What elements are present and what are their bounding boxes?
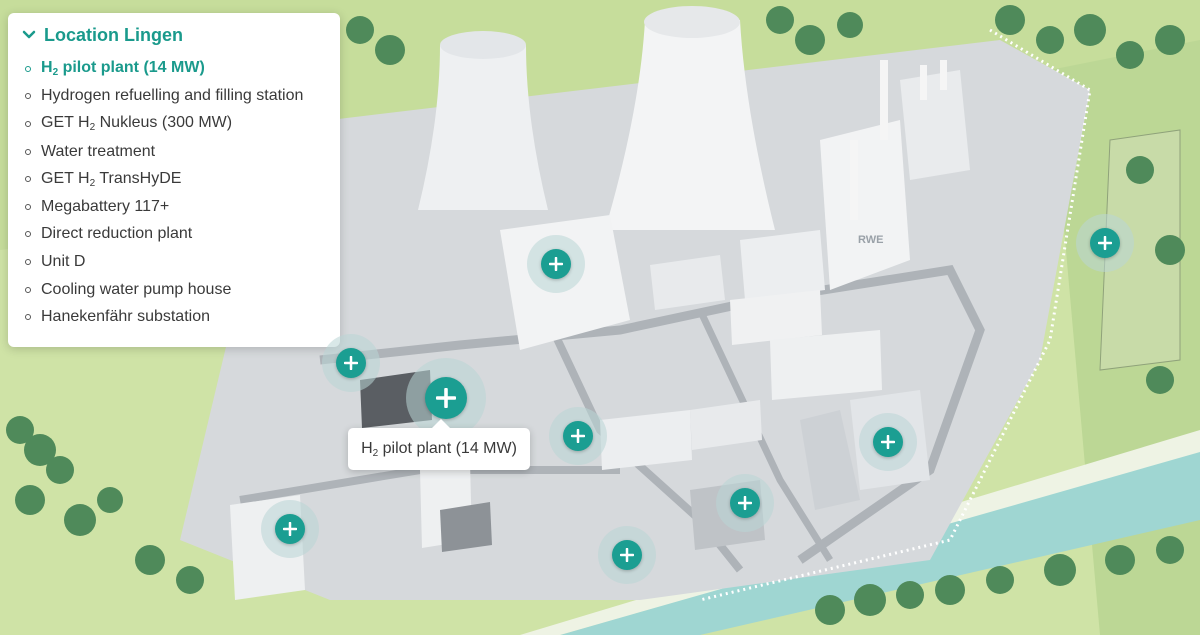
list-item-megabattery[interactable]: Megabattery 117+ <box>22 193 326 221</box>
plus-icon <box>620 548 634 562</box>
list-item-cooling-water-pump[interactable]: Cooling water pump house <box>22 276 326 304</box>
list-item-water-treatment[interactable]: Water treatment <box>22 138 326 166</box>
list-item-label: Hanekenfähr substation <box>41 308 210 326</box>
bullet <box>25 203 31 210</box>
list-item-h2-pilot-plant[interactable]: H2 pilot plant (14 MW) <box>22 55 326 83</box>
bullet <box>25 148 31 155</box>
list-item-label: Unit D <box>41 252 86 270</box>
plus-icon <box>881 435 895 449</box>
list-item-get-h2-transhyde[interactable]: GET H2 TransHyDE <box>22 165 326 193</box>
hotspot-marker[interactable] <box>716 474 774 532</box>
bullet <box>25 176 31 183</box>
tooltip-label: H2 pilot plant (14 MW) <box>361 439 517 459</box>
bullet <box>25 120 31 127</box>
plus-icon <box>738 496 752 510</box>
list-item-hydrogen-refuelling[interactable]: Hydrogen refuelling and filling station <box>22 83 326 111</box>
plus-icon <box>344 356 358 370</box>
list-item-label: Direct reduction plant <box>41 225 193 243</box>
hotspot-tooltip: H2 pilot plant (14 MW) <box>348 419 530 470</box>
bullet <box>25 65 31 72</box>
list-item-get-h2-nukleus[interactable]: GET H2 Nukleus (300 MW) <box>22 110 326 138</box>
plus-icon <box>1098 236 1112 250</box>
bullet <box>25 286 31 293</box>
plus-icon <box>549 257 563 271</box>
plus-icon <box>283 522 297 536</box>
bullet <box>25 314 31 321</box>
bullet <box>25 93 31 100</box>
list-item-label: Water treatment <box>41 142 156 160</box>
list-item-label: Megabattery 117+ <box>41 197 170 215</box>
list-item-label: GET H2 Nukleus (300 MW) <box>41 114 233 134</box>
list-item-direct-reduction[interactable]: Direct reduction plant <box>22 221 326 249</box>
list-item-unit-d[interactable]: Unit D <box>22 248 326 276</box>
hotspot-marker[interactable] <box>549 407 607 465</box>
hotspot-marker[interactable] <box>527 235 585 293</box>
hotspot-marker[interactable] <box>859 413 917 471</box>
bullet <box>25 231 31 238</box>
bullet <box>25 258 31 265</box>
list-item-label: Cooling water pump house <box>41 280 232 298</box>
list-item-label: H2 pilot plant (14 MW) <box>41 59 205 79</box>
hotspot-marker[interactable] <box>261 500 319 558</box>
location-toggle[interactable]: Location Lingen <box>22 23 326 47</box>
chevron-down-icon <box>22 30 36 39</box>
list-item-label: Hydrogen refuelling and filling station <box>41 87 304 105</box>
hotspot-marker[interactable] <box>322 334 380 392</box>
list-item-hanekenfaehr-substation[interactable]: Hanekenfähr substation <box>22 303 326 331</box>
list-item-label: GET H2 TransHyDE <box>41 169 182 189</box>
hotspot-marker[interactable] <box>1076 214 1134 272</box>
location-panel: Location Lingen H2 pilot plant (14 MW) H… <box>8 13 340 347</box>
location-title: Location Lingen <box>44 24 183 45</box>
hotspot-marker[interactable] <box>598 526 656 584</box>
plus-icon <box>571 429 585 443</box>
plus-icon <box>436 388 456 408</box>
rwe-sign: RWE <box>858 234 883 246</box>
location-list: H2 pilot plant (14 MW) Hydrogen refuelli… <box>22 55 326 331</box>
